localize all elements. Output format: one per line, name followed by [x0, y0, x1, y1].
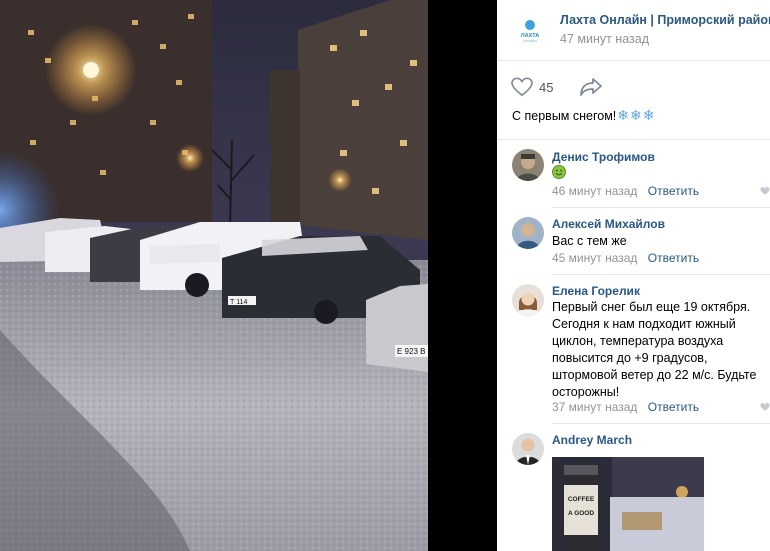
comment-text: Вас с тем же [552, 234, 627, 248]
snowflake-icon: ❄ [642, 107, 655, 123]
comment-time[interactable]: 46 минут назад [552, 184, 637, 198]
comment-divider [552, 274, 770, 275]
header-divider [497, 60, 770, 61]
post-text: С первым снегом! ❄ ❄ ❄ [512, 107, 654, 124]
post-divider [497, 139, 770, 140]
comment-author[interactable]: Алексей Михайлов [552, 217, 665, 231]
post-photo[interactable]: Е 923 В Т 114 [0, 0, 428, 551]
comment-author[interactable]: Andrey March [552, 433, 632, 447]
avatar[interactable] [512, 217, 544, 249]
heart-icon[interactable] [760, 186, 770, 196]
post-timestamp[interactable]: 47 минут назад [560, 32, 649, 46]
post-text-content: С первым снегом! [512, 108, 617, 123]
comment-meta: 45 минут назад Ответить [552, 251, 699, 265]
comment-meta: 46 минут назад Ответить [552, 184, 699, 198]
community-avatar[interactable]: ЛАХТА онлайн [513, 12, 547, 46]
heart-icon[interactable] [511, 77, 533, 97]
comment-author[interactable]: Денис Трофимов [552, 150, 655, 164]
comment-time[interactable]: 45 минут назад [552, 251, 637, 265]
reply-button[interactable]: Ответить [648, 400, 699, 414]
plate-text-1: Е 923 В [397, 347, 425, 356]
plate-text-2: Т 114 [230, 299, 247, 306]
avatar[interactable] [512, 433, 544, 465]
reply-button[interactable]: Ответить [648, 184, 699, 198]
comment-author[interactable]: Елена Горелик [552, 284, 640, 298]
cup-text: A GOOD [568, 510, 594, 517]
snowflake-icon: ❄ [617, 107, 630, 123]
comment-time[interactable]: 37 минут назад [552, 400, 637, 414]
comment-divider [552, 423, 770, 424]
avatar[interactable] [512, 284, 544, 316]
reply-button[interactable]: Ответить [648, 251, 699, 265]
comment-meta: 37 минут назад Ответить [552, 400, 699, 414]
avatar[interactable] [512, 149, 544, 181]
post-side-panel: ЛАХТА онлайн Лахта Онлайн | Приморский р… [497, 0, 770, 551]
snowflake-icon: ❄ [630, 107, 642, 123]
cup-text: COFFEE [568, 496, 595, 503]
comment-text-line: Первый снег был еще 19 октября. [552, 300, 751, 314]
like-count: 45 [539, 80, 554, 95]
comment-text-line: циклон, температура воздуха [552, 334, 724, 348]
comment-divider [552, 207, 770, 208]
smile-emoji-icon [552, 165, 566, 179]
comment-emoji [552, 165, 566, 184]
heart-icon[interactable] [760, 402, 770, 412]
share-icon[interactable] [579, 77, 603, 97]
comment-text-line: Сегодня к нам подходит южный [552, 317, 736, 331]
comment-text-line: осторожны! [552, 385, 620, 399]
comment-text-line: повысится до +9 градусов, [552, 351, 708, 365]
comment-text-line: штормовой ветер до 22 м/с. Будьте [552, 368, 757, 382]
comment-photo[interactable]: COFFEE A GOOD [552, 457, 704, 551]
logo-subtext: онлайн [523, 38, 536, 43]
community-name-link[interactable]: Лахта Онлайн | Приморский район [560, 13, 770, 27]
